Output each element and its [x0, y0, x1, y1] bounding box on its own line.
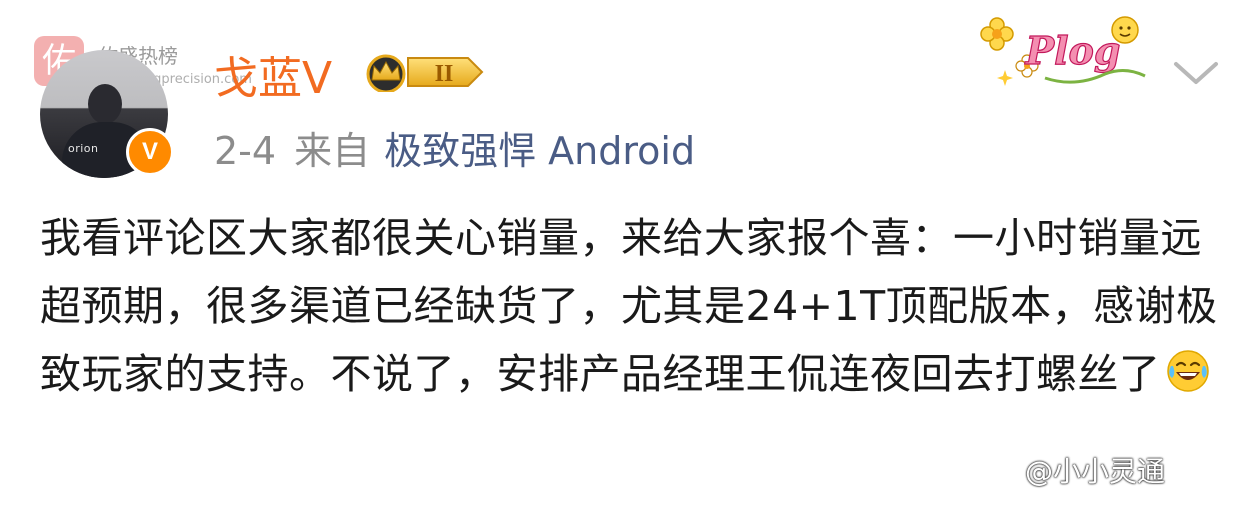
sun-face-icon — [1111, 16, 1139, 44]
flower-icon — [980, 17, 1014, 51]
post-body-text: 我看评论区大家都很关心销量，来给大家报个喜：一小时销量远超预期，很多渠道已经缺货… — [40, 214, 1218, 398]
avatar-head — [88, 84, 122, 124]
post-meta: 2-4 来自 极致强悍 Android — [214, 120, 695, 175]
avatar-shirt-logo: orion — [68, 142, 99, 155]
verified-icon: V — [126, 128, 174, 176]
footer-watermark: @小小灵通 — [1025, 455, 1166, 488]
laughing-tears-icon — [1166, 350, 1209, 392]
post-body: 我看评论区大家都很关心销量，来给大家报个喜：一小时销量远超预期，很多渠道已经缺货… — [40, 204, 1220, 408]
username[interactable]: 戈蓝V — [214, 42, 332, 106]
post-source-prefix: 来自 — [294, 129, 371, 173]
vip-level-text: II — [435, 61, 454, 87]
vip-level-badge: II — [366, 54, 484, 92]
sparkle-icon — [997, 70, 1013, 86]
post-date: 2-4 — [214, 129, 277, 173]
post-source-device[interactable]: 极致强悍 Android — [384, 129, 695, 173]
plog-sticker: Plog — [980, 16, 1146, 86]
plog-text: Plog — [1025, 28, 1121, 73]
chevron-down-icon[interactable] — [1172, 58, 1220, 88]
